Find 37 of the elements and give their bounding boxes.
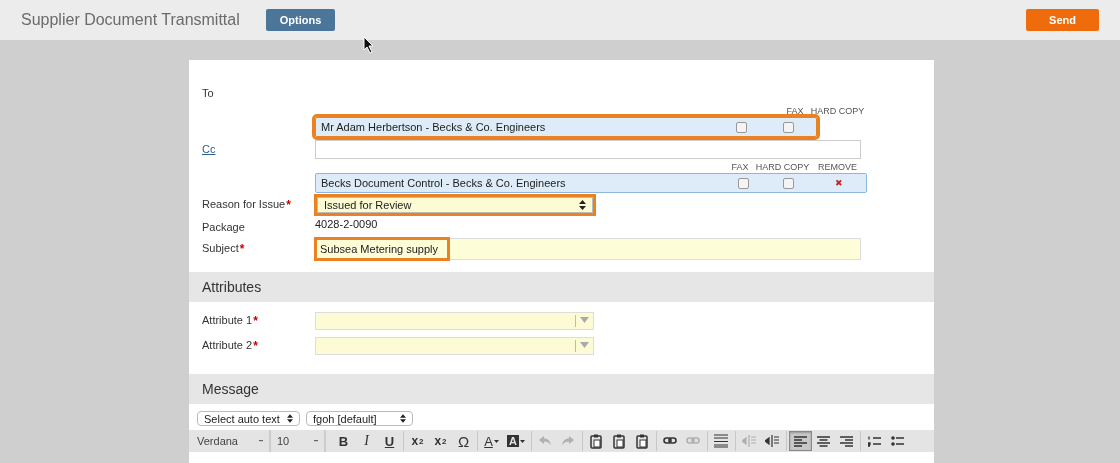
field-label: Package (202, 221, 246, 233)
column-heading: FAX (730, 162, 750, 172)
required-mark: * (253, 313, 258, 328)
recipient-field[interactable]: Becks Document Control - Becks & Co. Engineers ✖ (315, 173, 867, 193)
format-button[interactable]: U (378, 431, 401, 451)
column-heading: REMOVE (817, 162, 858, 172)
format-button[interactable]: Ω (452, 431, 475, 451)
column-heading: HARD COPY (810, 106, 865, 116)
format-button[interactable]: B (332, 431, 355, 451)
field-label: To (202, 87, 215, 99)
field-label: Attribute 1 (202, 313, 253, 326)
template-select[interactable]: fgoh [default] (306, 411, 413, 426)
page-title: Supplier Document Transmittal (21, 11, 240, 29)
cc-link[interactable]: Cc (202, 143, 315, 155)
font-dropdown[interactable]: Verdana (191, 430, 271, 452)
format-button[interactable]: I (355, 431, 378, 451)
field-label: Reason for Issue (202, 198, 286, 210)
reason-select[interactable]: Issued for Review (317, 197, 593, 213)
auto-text-select[interactable]: Select auto text (197, 411, 300, 426)
subject-field[interactable]: Subsea Metering supply (315, 238, 861, 260)
format-button[interactable]: A (503, 431, 529, 451)
section-header: Message (189, 374, 934, 404)
remove-button[interactable]: ✖ (834, 178, 843, 188)
column-heading: FAX (785, 106, 805, 116)
section-header: Attributes (189, 272, 934, 302)
field-label: Subject (202, 242, 239, 254)
format-button[interactable]: A (480, 431, 503, 451)
required-mark: * (253, 338, 258, 353)
options-button[interactable]: Options (265, 9, 336, 31)
font-size-dropdown[interactable]: 10 (271, 430, 326, 452)
recipient-field[interactable]: Mr Adam Herbertson - Becks & Co. Engineers (315, 117, 817, 137)
required-mark: * (286, 198, 291, 212)
package-number: 4028-2-0090 (315, 218, 378, 232)
column-heading: HARD COPY (755, 162, 810, 172)
required-mark: * (239, 242, 245, 256)
field-label: Attribute 2 (202, 338, 253, 351)
format-button[interactable]: x$^{2}$ (429, 431, 452, 451)
